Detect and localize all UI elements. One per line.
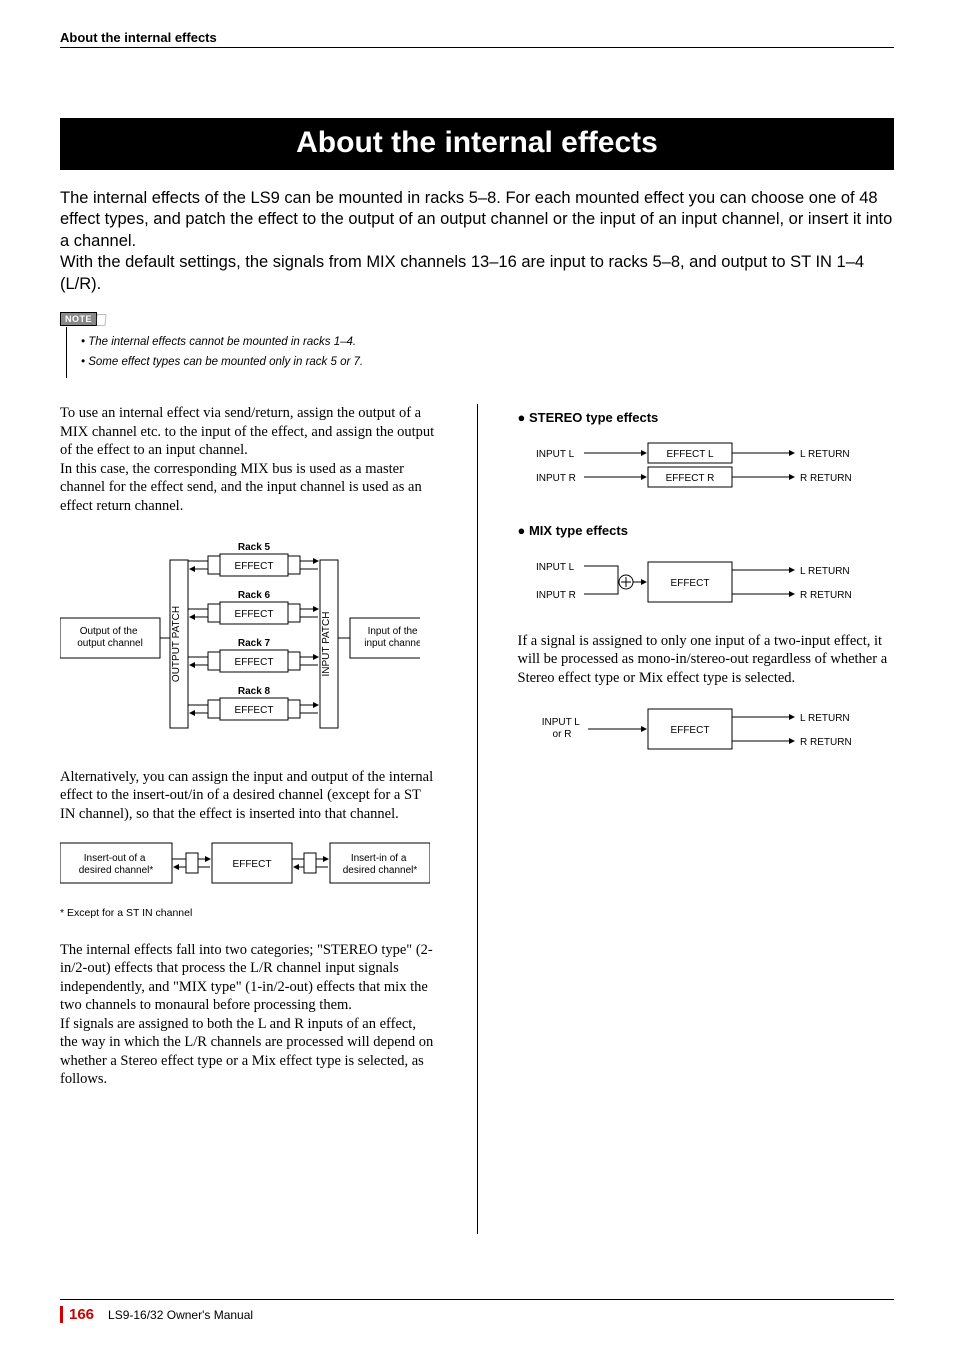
svg-text:EFFECT: EFFECT: [233, 859, 272, 870]
body-paragraph: Alternatively, you can assign the input …: [60, 768, 437, 824]
diagram-label: Input of the input channel: [364, 626, 420, 649]
mono-in-diagram: INPUT L or R EFFECT L RETURN R RETURN: [518, 701, 895, 761]
note-item: • The internal effects cannot be mounted…: [81, 333, 894, 353]
rack-label: Rack 8: [238, 686, 271, 697]
body-paragraph: If a signal is assigned to only one inpu…: [518, 632, 895, 688]
footnote: * Except for a ST IN channel: [60, 907, 437, 920]
column-divider: [477, 404, 478, 1234]
body-paragraph: To use an internal effect via send/retur…: [60, 404, 437, 460]
body-paragraph: In this case, the corresponding MIX bus …: [60, 460, 437, 516]
rack-label: Rack 6: [238, 590, 271, 601]
two-column-body: To use an internal effect via send/retur…: [60, 404, 894, 1234]
svg-text:EFFECT: EFFECT: [670, 578, 709, 589]
svg-text:Insert-out of a desi: Insert-out of a desired channel*: [79, 853, 154, 876]
effect-box-label: EFFECT: [235, 705, 274, 716]
rack-routing-diagram: Output of the output channel Input of th…: [60, 530, 437, 750]
svg-text:L RETURN: L RETURN: [800, 713, 850, 724]
diagram-label: OUTPUT PATCH: [171, 606, 182, 682]
body-paragraph: The internal effects fall into two categ…: [60, 941, 437, 1015]
effect-box-label: EFFECT: [235, 609, 274, 620]
insert-routing-diagram: Insert-out of a desired channel* EFFECT …: [60, 837, 437, 893]
effect-box-label: EFFECT: [235, 657, 274, 668]
note-item: • Some effect types can be mounted only …: [81, 353, 894, 373]
manual-title: LS9-16/32 Owner's Manual: [108, 1308, 253, 1322]
svg-text:R RETURN: R RETURN: [800, 590, 852, 601]
svg-text:EFFECT: EFFECT: [670, 725, 709, 736]
svg-text:INPUT L: INPUT L: [536, 449, 575, 460]
svg-text:L RETURN: L RETURN: [800, 566, 850, 577]
section-heading: ● MIX type effects: [518, 523, 895, 540]
intro-paragraph: The internal effects of the LS9 can be m…: [60, 188, 894, 295]
note-block: NOTE • The internal effects cannot be mo…: [60, 309, 894, 378]
body-paragraph: If signals are assigned to both the L an…: [60, 1015, 437, 1089]
svg-text:EFFECT L: EFFECT L: [666, 449, 713, 460]
svg-text:R RETURN: R RETURN: [800, 473, 852, 484]
note-label: NOTE: [60, 312, 97, 326]
page-title-banner: About the internal effects: [60, 118, 894, 170]
mix-effect-diagram: INPUT L INPUT R EFFECT L RETURN R RETURN: [518, 554, 895, 614]
svg-text:EFFECT R: EFFECT R: [665, 473, 714, 484]
section-heading: ● STEREO type effects: [518, 410, 895, 427]
rack-label: Rack 7: [238, 638, 271, 649]
diagram-label: Output of the output channel: [77, 626, 143, 649]
svg-text:L RETURN: L RETURN: [800, 449, 850, 460]
svg-text:INPUT L: INPUT L: [536, 562, 575, 573]
note-items: • The internal effects cannot be mounted…: [66, 327, 894, 378]
diagram-label: INPUT PATCH: [321, 611, 332, 676]
svg-text:Insert-in of a desir: Insert-in of a desired channel*: [343, 853, 418, 876]
svg-text:INPUT R: INPUT R: [536, 590, 576, 601]
running-header: About the internal effects: [60, 30, 894, 48]
rack-label: Rack 5: [238, 542, 271, 553]
svg-text:INPUT R: INPUT R: [536, 473, 576, 484]
svg-text:R RETURN: R RETURN: [800, 737, 852, 748]
effect-box-label: EFFECT: [235, 561, 274, 572]
page-footer: 166 LS9-16/32 Owner's Manual: [60, 1299, 894, 1323]
svg-text:INPUT L or R: INPUT L or R: [541, 717, 582, 740]
stereo-effect-diagram: INPUT L INPUT R EFFECT L EFFECT R L RETU…: [518, 441, 895, 495]
page-number: 166: [60, 1306, 94, 1323]
left-column: To use an internal effect via send/retur…: [60, 404, 437, 1234]
right-column: ● STEREO type effects INPUT L INPUT R EF…: [518, 404, 895, 1234]
